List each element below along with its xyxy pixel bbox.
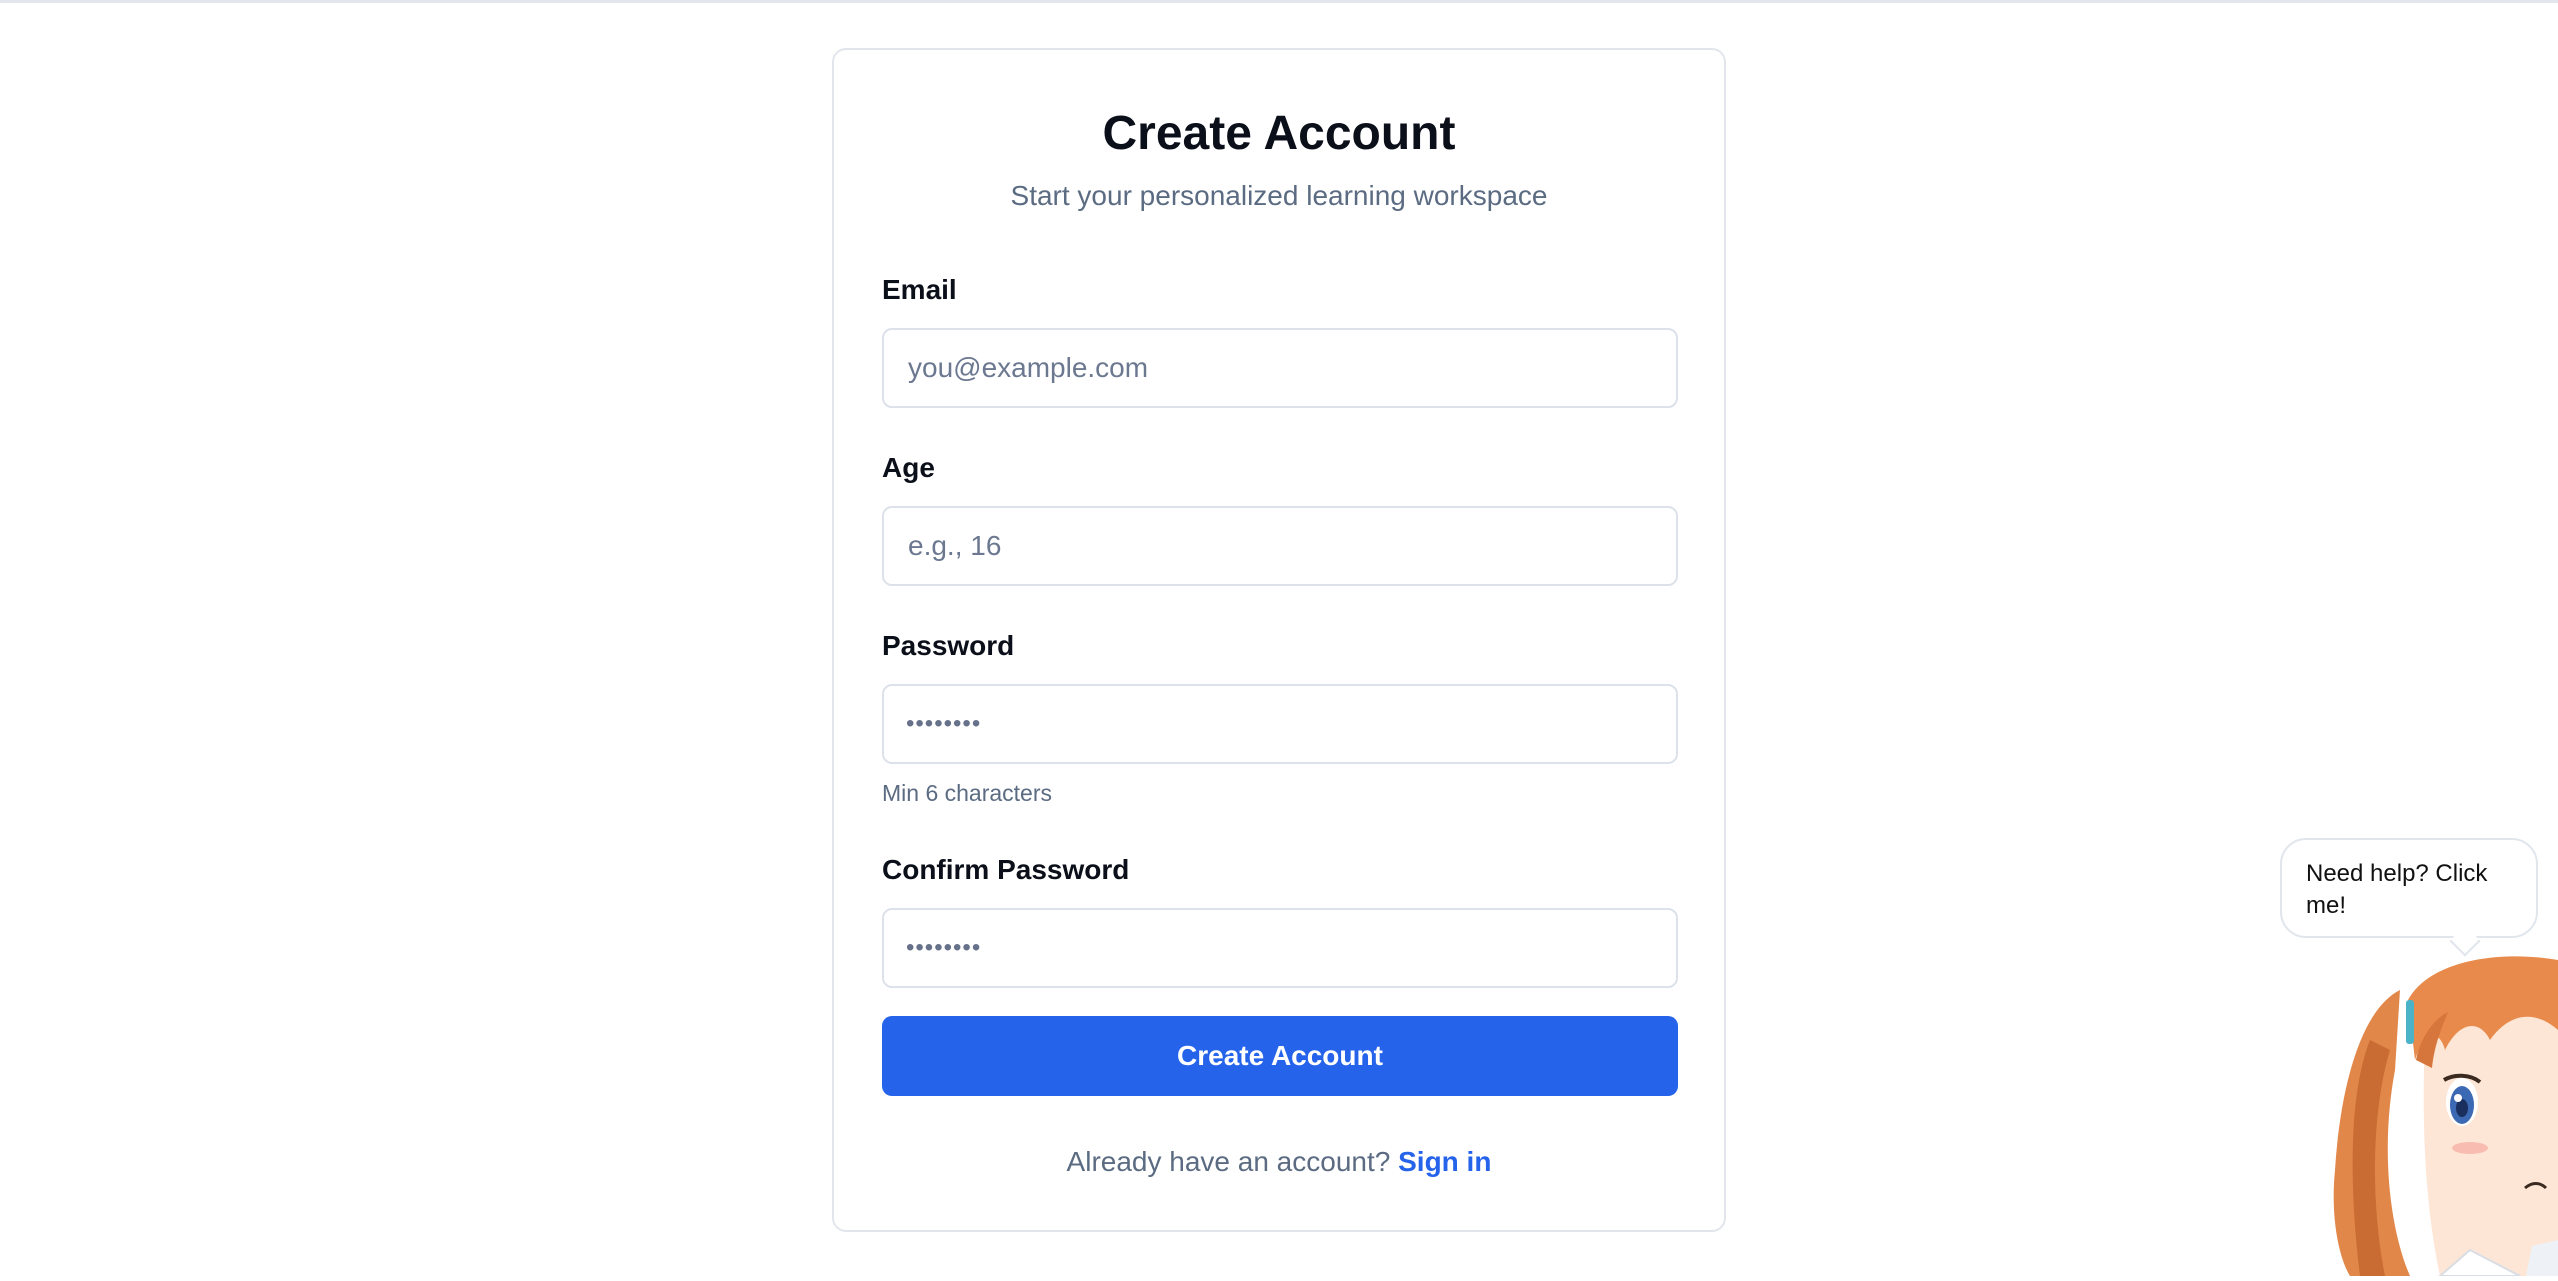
age-label: Age xyxy=(882,452,935,483)
signup-card: Create Account Start your personalized l… xyxy=(832,48,1726,1232)
password-label: Password xyxy=(882,630,1015,661)
signin-prompt: Already have an account? Sign in xyxy=(834,1146,1724,1178)
create-account-button[interactable]: Create Account xyxy=(882,1016,1678,1096)
help-bubble[interactable]: Need help? Click me! xyxy=(2280,838,2538,938)
confirm-password-field[interactable] xyxy=(882,908,1678,988)
password-field[interactable] xyxy=(882,684,1678,764)
signin-prompt-text: Already have an account? xyxy=(1066,1146,1391,1177)
page-title: Create Account xyxy=(1102,107,1456,160)
password-hint: Min 6 characters xyxy=(882,780,1053,806)
age-field[interactable] xyxy=(882,506,1678,586)
email-field[interactable] xyxy=(882,328,1678,408)
mascot-avatar-icon[interactable] xyxy=(2320,950,2558,1277)
email-label: Email xyxy=(882,274,957,305)
confirm-password-label: Confirm Password xyxy=(882,854,1130,885)
page-subtitle: Start your personalized learning workspa… xyxy=(1010,180,1548,211)
top-divider xyxy=(0,0,2558,3)
sign-in-link[interactable]: Sign in xyxy=(1398,1146,1491,1177)
